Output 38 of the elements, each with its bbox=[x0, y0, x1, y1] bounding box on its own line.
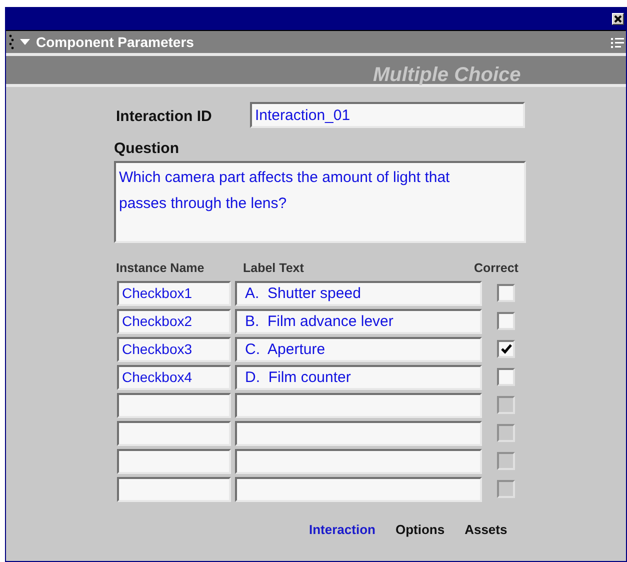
instance-field[interactable] bbox=[117, 420, 231, 446]
checkbox[interactable] bbox=[497, 312, 515, 330]
column-header: Instance Name bbox=[116, 260, 204, 277]
panel-title: Component Parameters bbox=[36, 32, 194, 52]
tab[interactable]: Assets bbox=[464, 520, 508, 540]
checkbox[interactable] bbox=[497, 340, 515, 358]
label-field[interactable] bbox=[235, 420, 482, 446]
checkbox[interactable] bbox=[497, 284, 515, 302]
instance-field[interactable] bbox=[117, 392, 231, 418]
column-header: Correct bbox=[474, 260, 518, 277]
field-label: Question bbox=[114, 139, 180, 159]
checkbox[interactable] bbox=[497, 368, 515, 386]
question-field[interactable]: Which camera part affects the amount of light that passes through the lens? bbox=[114, 161, 526, 243]
caret-icon[interactable] bbox=[20, 38, 30, 46]
field-label: Interaction ID bbox=[116, 107, 212, 127]
label-field[interactable] bbox=[235, 392, 482, 418]
checkmark-icon bbox=[500, 344, 512, 354]
instance-field[interactable]: Checkbox4 bbox=[117, 364, 231, 390]
label-field[interactable]: D. Film counter bbox=[235, 364, 482, 390]
label-field[interactable] bbox=[235, 476, 482, 502]
grip-icon[interactable] bbox=[9, 34, 14, 50]
tab[interactable]: Interaction bbox=[309, 520, 376, 540]
label-field[interactable] bbox=[235, 448, 482, 474]
label-field[interactable]: C. Aperture bbox=[235, 336, 482, 362]
instance-field[interactable]: Checkbox2 bbox=[117, 308, 231, 334]
column-header: Label Text bbox=[243, 260, 304, 277]
id-field[interactable]: Interaction_01 bbox=[250, 102, 525, 128]
close-button[interactable] bbox=[612, 13, 624, 25]
instance-field[interactable]: Checkbox3 bbox=[117, 336, 231, 362]
instance-field[interactable] bbox=[117, 476, 231, 502]
label-field[interactable]: B. Film advance lever bbox=[235, 308, 482, 334]
instance-field[interactable]: Checkbox1 bbox=[117, 280, 231, 306]
instance-field[interactable] bbox=[117, 448, 231, 474]
tab[interactable]: Options bbox=[395, 520, 445, 540]
close-icon bbox=[614, 15, 622, 23]
label-field[interactable]: A. Shutter speed bbox=[235, 280, 482, 306]
menu-icon[interactable] bbox=[611, 37, 625, 50]
banner-title: Multiple Choice bbox=[373, 63, 521, 88]
